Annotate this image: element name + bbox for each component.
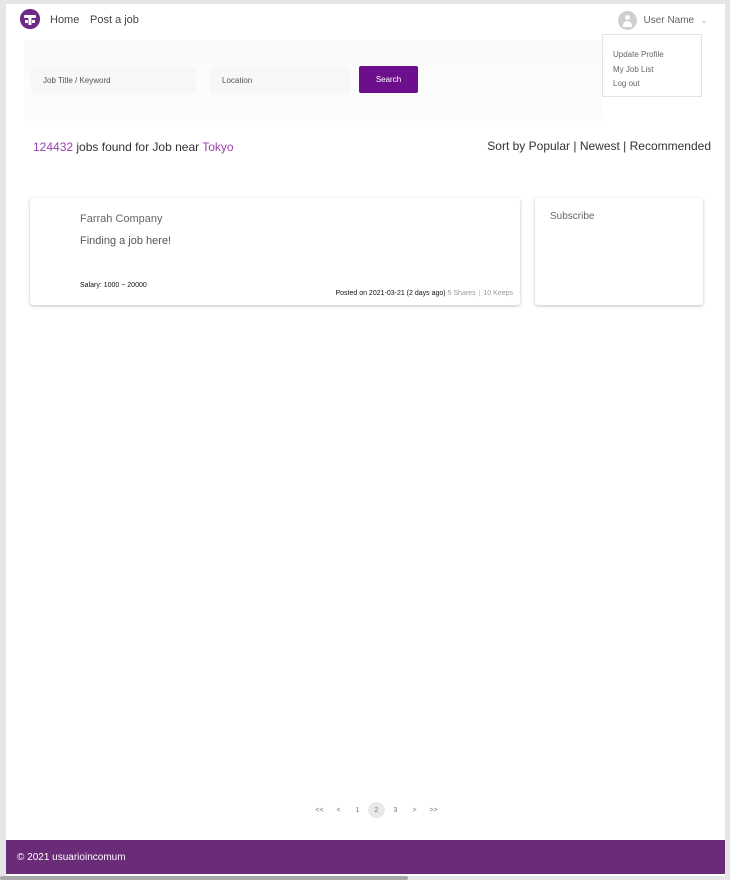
- sort-separator: |: [619, 139, 630, 153]
- footer-copyright: © 2021 usuarioincomum: [17, 852, 126, 863]
- sort-label: Sort by: [487, 139, 529, 153]
- user-dropdown-menu: Update Profile My Job List Log out: [602, 34, 702, 97]
- pagination: << < 1 2 3 > >>: [311, 802, 444, 818]
- search-button[interactable]: Search: [359, 66, 418, 93]
- results-location: Tokyo: [202, 140, 234, 154]
- page-next[interactable]: >: [406, 802, 423, 818]
- menu-item-my-job-list[interactable]: My Job List: [613, 63, 701, 78]
- page-last[interactable]: >>: [425, 802, 442, 818]
- keyword-input[interactable]: [31, 67, 196, 93]
- job-shares: 5 Shares: [447, 290, 476, 297]
- job-title-link[interactable]: Finding a job here!: [80, 235, 171, 247]
- subscribe-card: Subscribe: [535, 198, 703, 305]
- company-name: Farrah Company: [80, 213, 163, 225]
- page-3[interactable]: 3: [387, 802, 404, 818]
- sort-options: Sort by Popular | Newest | Recommended: [487, 139, 711, 153]
- results-text: jobs found for Job near: [73, 140, 203, 154]
- job-meta: Posted on 2021-03-21 (2 days ago) 5 Shar…: [335, 290, 513, 297]
- sort-recommended[interactable]: Recommended: [630, 139, 711, 153]
- sort-separator: |: [570, 139, 580, 153]
- horizontal-scrollbar[interactable]: [0, 876, 408, 880]
- job-posted-date: Posted on 2021-03-21 (2 days ago): [335, 290, 446, 297]
- meta-separator: |: [478, 290, 481, 297]
- menu-item-log-out[interactable]: Log out: [613, 77, 701, 92]
- footer: © 2021 usuarioincomum: [6, 840, 725, 874]
- nav-home-link[interactable]: Home: [50, 14, 79, 26]
- subscribe-title: Subscribe: [550, 211, 595, 222]
- logo-icon[interactable]: [20, 9, 40, 29]
- location-input[interactable]: [210, 67, 350, 93]
- results-count: 124432: [33, 140, 74, 154]
- nav-post-job-link[interactable]: Post a job: [90, 14, 139, 26]
- page-2-current[interactable]: 2: [368, 802, 385, 818]
- job-keeps: 10 Keeps: [483, 290, 513, 297]
- page-first[interactable]: <<: [311, 802, 328, 818]
- sort-newest[interactable]: Newest: [580, 139, 620, 153]
- page: Home Post a job User Name ⌄ Update Profi…: [6, 4, 725, 876]
- user-menu-toggle[interactable]: User Name ⌄: [617, 11, 707, 30]
- page-1[interactable]: 1: [349, 802, 366, 818]
- user-avatar-icon: [617, 11, 637, 30]
- chevron-down-icon: ⌄: [701, 17, 707, 25]
- sort-popular[interactable]: Popular: [529, 139, 570, 153]
- results-summary: 124432 jobs found for Job near Tokyo: [33, 140, 234, 154]
- job-card[interactable]: Farrah Company Finding a job here! Salar…: [30, 198, 520, 305]
- user-name: User Name: [643, 15, 695, 26]
- job-salary: Salary: 1000 ~ 20000: [80, 282, 147, 289]
- page-prev[interactable]: <: [330, 802, 347, 818]
- menu-item-update-profile[interactable]: Update Profile: [613, 48, 701, 63]
